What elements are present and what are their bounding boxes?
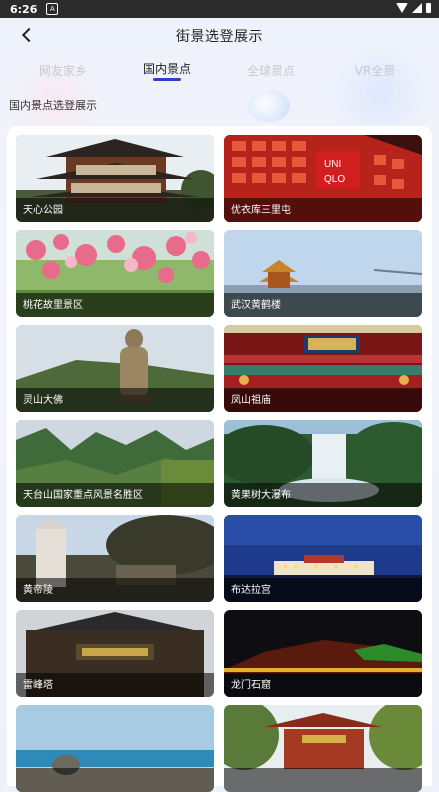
spot-name: 雷峰塔: [23, 680, 53, 691]
spot-card[interactable]: [224, 705, 422, 792]
back-arrow-icon[interactable]: [18, 25, 38, 45]
spot-name: 灵山大佛: [23, 395, 63, 406]
spot-card[interactable]: 龙门石窟: [224, 610, 422, 697]
tab-vr[interactable]: VR全景: [355, 62, 396, 79]
page-title: 街景选登展示: [176, 29, 263, 45]
tab-hometown[interactable]: 网友家乡: [39, 62, 87, 79]
tab-global[interactable]: 全球景点: [247, 62, 295, 79]
tab-bar: 网友家乡 国内景点 全球景点 VR全景: [0, 54, 439, 88]
spot-card[interactable]: 天心公园: [16, 135, 214, 222]
spot-card[interactable]: 黄帝陵: [16, 515, 214, 602]
battery-icon: [426, 3, 431, 13]
section-heading: 国内景点选登展示: [9, 99, 97, 112]
spot-name: 优衣库三里屯: [231, 205, 291, 216]
spots-panel: 天心公园 UNI QLO 优衣库三里屯 桃花故里景区 武汉黄鹤楼 灵山大佛 凤山…: [7, 126, 432, 792]
spot-name: 天台山国家重点风景名胜区: [23, 490, 143, 501]
app-bar: 街景选登展示: [0, 18, 439, 54]
spot-card[interactable]: [16, 705, 214, 792]
svg-text:QLO: QLO: [324, 174, 345, 185]
active-tab-indicator: [153, 78, 181, 81]
spot-name: 凤山祖庙: [231, 395, 271, 406]
spot-caption-bar: [224, 768, 422, 792]
spot-card[interactable]: 雷峰塔: [16, 610, 214, 697]
svg-text:UNI: UNI: [324, 159, 341, 170]
spot-name: 武汉黄鹤楼: [231, 300, 281, 311]
spot-card[interactable]: 武汉黄鹤楼: [224, 230, 422, 317]
spot-card[interactable]: UNI QLO 优衣库三里屯: [224, 135, 422, 222]
decorative-bubble: [248, 90, 290, 122]
spot-caption-bar: [16, 768, 214, 792]
spot-card[interactable]: 天台山国家重点风景名胜区: [16, 420, 214, 507]
spot-card[interactable]: 凤山祖庙: [224, 325, 422, 412]
spot-name: 桃花故里景区: [23, 300, 83, 311]
spot-card[interactable]: 黄果树大瀑布: [224, 420, 422, 507]
status-time: 6:26: [10, 2, 38, 16]
notification-icon: A: [46, 3, 59, 15]
spots-grid: 天心公园 UNI QLO 优衣库三里屯 桃花故里景区 武汉黄鹤楼 灵山大佛 凤山…: [16, 135, 423, 792]
spot-card[interactable]: 桃花故里景区: [16, 230, 214, 317]
wifi-icon: [396, 3, 408, 13]
spot-name: 布达拉宫: [231, 585, 271, 596]
spot-name: 黄果树大瀑布: [231, 490, 291, 501]
spot-name: 黄帝陵: [23, 585, 53, 596]
spot-name: 天心公园: [23, 205, 63, 216]
spot-card[interactable]: 布达拉宫: [224, 515, 422, 602]
tab-domestic[interactable]: 国内景点: [143, 60, 191, 77]
status-bar: 6:26 A: [0, 0, 439, 18]
spot-card[interactable]: 灵山大佛: [16, 325, 214, 412]
signal-icon: [412, 3, 422, 13]
spot-name: 龙门石窟: [231, 680, 271, 691]
